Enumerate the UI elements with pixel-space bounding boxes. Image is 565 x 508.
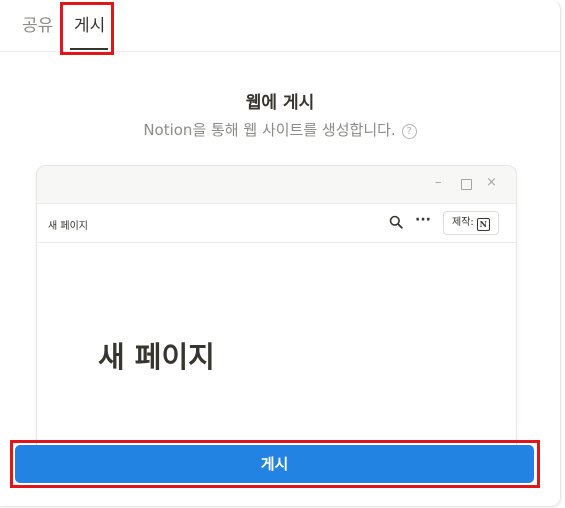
publish-subtitle: Notion을 통해 웹 사이트를 생성합니다.? — [0, 119, 560, 140]
close-icon: × — [486, 175, 497, 190]
preview-page-heading: 새 페이지 — [98, 340, 215, 374]
notion-logo-icon: N — [476, 218, 490, 231]
made-with-label: 제작: — [452, 217, 474, 228]
site-preview: – × 새 페이지 ··· 제작: N 새 페이지 — [36, 165, 517, 457]
preview-nav-title: 새 페이지 — [48, 221, 88, 232]
publish-panel: 공유 게시 웹에 게시 Notion을 통해 웹 사이트를 생성합니다.? – … — [0, 0, 561, 507]
preview-nav-bar: 새 페이지 ··· 제작: N — [37, 204, 516, 243]
preview-window-bar: – × — [37, 166, 516, 204]
made-with-notion-badge: 제작: N — [443, 211, 499, 235]
tab-share[interactable]: 공유 — [22, 14, 53, 38]
minimize-icon: – — [435, 175, 442, 190]
search-icon — [389, 215, 403, 229]
maximize-icon — [461, 179, 472, 190]
publish-title: 웹에 게시 — [245, 93, 315, 113]
more-icon: ··· — [415, 212, 431, 228]
tab-bar: 공유 게시 — [0, 0, 560, 52]
help-icon[interactable]: ? — [401, 124, 417, 139]
tab-publish[interactable]: 게시 — [74, 14, 105, 38]
publish-subtitle-text: Notion을 통해 웹 사이트를 생성합니다. — [143, 121, 396, 139]
active-tab-indicator — [70, 48, 108, 50]
publish-button[interactable]: 게시 — [15, 445, 534, 483]
